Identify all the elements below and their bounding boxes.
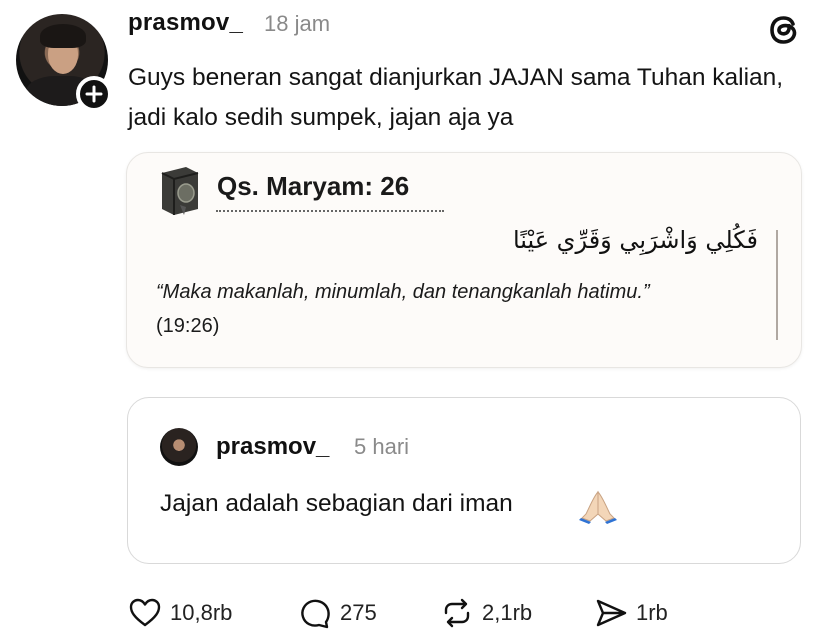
reply-text: Jajan adalah sebagian dari iman: [160, 490, 513, 517]
comment-count: 275: [340, 600, 377, 625]
threads-logo-icon[interactable]: [764, 10, 804, 50]
quoted-reply-card[interactable]: [127, 397, 801, 564]
plus-icon: [85, 85, 103, 103]
repost-button[interactable]: 2,1rb: [440, 594, 532, 632]
comment-icon: [301, 599, 330, 629]
post-time: 18 jam: [264, 11, 331, 36]
verse-reference: (19:26): [156, 315, 220, 337]
praying-hands-icon: [579, 490, 617, 524]
follow-button[interactable]: [76, 76, 112, 112]
title-underline: [216, 210, 444, 212]
post-username[interactable]: prasmov_: [128, 9, 243, 37]
share-count: 1rb: [636, 600, 668, 625]
send-icon: [596, 599, 627, 627]
reply-username[interactable]: prasmov_: [216, 433, 329, 461]
translation-quote: “Maka makanlah, minumlah, dan tenangkanl…: [156, 281, 650, 303]
verse-translation: “Maka makanlah, minumlah, dan tenangkanl…: [156, 275, 716, 343]
like-count: 10,8rb: [170, 600, 233, 625]
book-icon: [161, 167, 199, 215]
card-title: Qs. Maryam: 26: [217, 171, 410, 201]
heart-icon: [129, 598, 161, 627]
repost-icon: [444, 598, 470, 628]
card-divider: [776, 230, 778, 340]
post-text: Guys beneran sangat dianjurkan JAJAN sam…: [128, 64, 784, 131]
comment-button[interactable]: 275: [298, 594, 377, 632]
arabic-verse: فَكُلِي وَاشْرَبِي وَقَرِّي عَيْنًا: [512, 226, 758, 254]
reply-time: 5 hari: [354, 434, 410, 459]
share-button[interactable]: 1rb: [594, 594, 668, 632]
like-button[interactable]: 10,8rb: [128, 594, 232, 632]
reply-avatar[interactable]: [160, 428, 198, 466]
repost-count: 2,1rb: [482, 600, 533, 625]
